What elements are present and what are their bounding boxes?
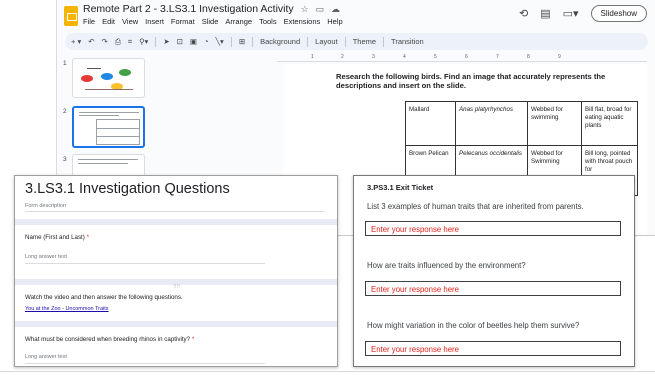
thumbnail-number: 3 xyxy=(63,156,67,163)
divider xyxy=(0,371,655,372)
toolbar: + ▾ ↶ ↷ ⎙ ⌗ ⚲▾ ➤ ⊡ ▣ ◔ ╲▾ ⊞ Background L… xyxy=(65,33,648,50)
form-panel: 3.LS3.1 Investigation Questions Form des… xyxy=(14,175,338,367)
meet-icon[interactable]: ▭▾ xyxy=(563,7,579,20)
section-band xyxy=(15,321,337,327)
table-cell[interactable]: Webbed for swimming xyxy=(527,101,582,146)
cloud-icon[interactable]: ☁ xyxy=(331,4,340,14)
undo-icon[interactable]: ↶ xyxy=(88,37,94,46)
divider xyxy=(25,211,325,212)
screenshot-stage: Remote Part 2 - 3.LS3.1 Investigation Ac… xyxy=(0,0,655,375)
ruler-number: 3 xyxy=(372,54,375,60)
horizontal-ruler: 1 2 3 4 5 6 7 8 9 xyxy=(277,54,647,62)
prompt-1: List 3 examples of human traits that are… xyxy=(367,202,584,211)
doc-title-row: Remote Part 2 - 3.LS3.1 Investigation Ac… xyxy=(83,3,340,15)
required-mark: * xyxy=(191,336,195,343)
question-text: Name (First and Last) xyxy=(25,234,85,241)
zoom-icon[interactable]: ⚲▾ xyxy=(139,37,148,46)
drag-handle-icon[interactable]: ⠿⠿ xyxy=(173,284,180,290)
form-description[interactable]: Form description xyxy=(25,203,66,209)
star-icon[interactable]: ☆ xyxy=(301,4,309,14)
slide-thumbnail-1[interactable] xyxy=(72,58,145,98)
slide-instruction[interactable]: Research the following birds. Find an im… xyxy=(336,72,628,91)
menu-file[interactable]: File xyxy=(83,17,95,26)
redo-icon[interactable]: ↷ xyxy=(102,37,108,46)
menu-format[interactable]: Format xyxy=(171,17,195,26)
menu-tools[interactable]: Tools xyxy=(259,17,277,26)
folder-icon[interactable]: ▭ xyxy=(316,4,325,14)
select-icon[interactable]: ➤ xyxy=(163,37,169,46)
slides-logo-icon[interactable] xyxy=(64,6,78,26)
ruler-number: 5 xyxy=(434,54,437,60)
background-button[interactable]: Background xyxy=(260,37,300,46)
divider xyxy=(25,263,265,264)
menu-edit[interactable]: Edit xyxy=(102,17,115,26)
doc-title[interactable]: Remote Part 2 - 3.LS3.1 Investigation Ac… xyxy=(83,3,294,15)
image-icon[interactable]: ▣ xyxy=(190,37,197,46)
new-slide-icon[interactable]: + ▾ xyxy=(71,37,81,46)
menu-view[interactable]: View xyxy=(122,17,138,26)
toolbar-divider xyxy=(344,36,346,47)
table-cell[interactable]: Bill flat, broad for eating aquatic plan… xyxy=(581,101,638,146)
ruler-number: 1 xyxy=(311,54,314,60)
table-cell[interactable]: Anas platyrhynchos xyxy=(455,101,528,146)
ruler-number: 7 xyxy=(496,54,499,60)
menu-help[interactable]: Help xyxy=(327,17,342,26)
long-answer-hint[interactable]: Long answer text xyxy=(25,254,67,260)
layout-button[interactable]: Layout xyxy=(315,37,338,46)
slideshow-button[interactable]: Slideshow xyxy=(590,5,647,22)
ruler-number: 4 xyxy=(403,54,406,60)
long-answer-hint[interactable]: Long answer text xyxy=(25,354,67,360)
prompt-3: How might variation in the color of beet… xyxy=(367,321,580,330)
divider xyxy=(25,363,265,364)
line-icon[interactable]: ╲▾ xyxy=(216,37,224,46)
question-label[interactable]: Watch the video and then answer the foll… xyxy=(25,294,183,301)
paint-format-icon[interactable]: ⌗ xyxy=(128,37,132,47)
toolbar-divider xyxy=(383,36,385,47)
print-icon[interactable]: ⎙ xyxy=(115,37,121,47)
theme-button[interactable]: Theme xyxy=(353,37,376,46)
slide-thumbnail-2[interactable] xyxy=(72,106,145,148)
required-mark: * xyxy=(86,234,89,241)
menu-insert[interactable]: Insert xyxy=(145,17,164,26)
menu-slide[interactable]: Slide xyxy=(202,17,219,26)
exit-ticket-panel: 3.PS3.1 Exit Ticket List 3 examples of h… xyxy=(353,175,635,367)
transition-button[interactable]: Transition xyxy=(391,37,424,46)
comment-add-icon[interactable]: ⊞ xyxy=(239,37,245,46)
table-row: Mallard Anas platyrhynchos Webbed for sw… xyxy=(405,101,638,146)
video-link[interactable]: You at the Zoo - Uncommon Traits xyxy=(25,306,109,312)
menu-arrange[interactable]: Arrange xyxy=(225,17,252,26)
question-text: What must be considered when breeding rh… xyxy=(25,336,191,343)
toolbar-divider xyxy=(230,36,232,47)
ruler-number: 6 xyxy=(465,54,468,60)
ruler-number: 8 xyxy=(527,54,530,60)
toolbar-divider xyxy=(155,36,157,47)
ruler-number: 2 xyxy=(341,54,344,60)
question-label[interactable]: Name (First and Last) * xyxy=(25,234,89,241)
response-field-2[interactable]: Enter your response here xyxy=(365,281,621,296)
thumbnail-number: 2 xyxy=(63,108,67,115)
exit-ticket-title: 3.PS3.1 Exit Ticket xyxy=(367,183,434,192)
birds-illustration xyxy=(81,65,137,93)
top-right-controls: ⟲ ▤ ▭▾ Slideshow xyxy=(519,5,647,22)
response-field-1[interactable]: Enter your response here xyxy=(365,221,621,236)
section-band xyxy=(15,219,337,225)
prompt-2: How are traits influenced by the environ… xyxy=(367,261,526,270)
comments-icon[interactable]: ▤ xyxy=(540,7,550,20)
shape-icon[interactable]: ◔ xyxy=(204,37,209,46)
toolbar-divider xyxy=(307,36,309,47)
table-cell[interactable]: Mallard xyxy=(405,101,456,146)
menu-bar: File Edit View Insert Format Slide Arran… xyxy=(83,17,343,26)
thumbnail-number: 1 xyxy=(63,60,67,67)
textbox-icon[interactable]: ⊡ xyxy=(177,37,183,46)
response-field-3[interactable]: Enter your response here xyxy=(365,341,621,356)
question-label[interactable]: What must be considered when breeding rh… xyxy=(25,336,194,343)
toolbar-divider xyxy=(252,36,254,47)
menu-extensions[interactable]: Extensions xyxy=(284,17,321,26)
ruler-number: 9 xyxy=(558,54,561,60)
history-icon[interactable]: ⟲ xyxy=(519,7,528,20)
form-title[interactable]: 3.LS3.1 Investigation Questions xyxy=(25,181,230,197)
